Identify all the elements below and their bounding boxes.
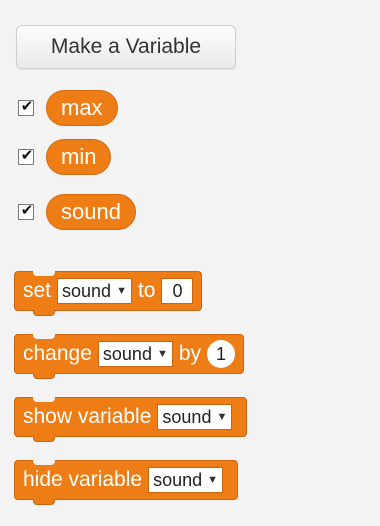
value-input[interactable]: 1 (207, 340, 236, 368)
variable-checkbox-sound[interactable]: ✔ (18, 202, 34, 220)
triangle-down-icon: ▼ (116, 285, 127, 297)
variable-dropdown[interactable]: sound ▼ (157, 404, 233, 430)
change-variable-block[interactable]: change sound ▼ by 1 (14, 334, 245, 379)
variable-dropdown[interactable]: sound ▼ (148, 467, 224, 493)
triangle-down-icon: ▼ (216, 411, 228, 423)
variable-checkbox-max[interactable]: ✔ (18, 98, 34, 116)
variable-dropdown[interactable]: sound ▼ (97, 341, 173, 367)
block-label: set (23, 279, 52, 302)
hide-variable-block[interactable]: hide variable sound ▼ (14, 460, 239, 505)
dropdown-value: sound (102, 343, 152, 364)
dropdown-value: sound (162, 406, 212, 427)
dropdown-value: sound (153, 469, 203, 490)
variable-reporter-max[interactable]: max (46, 90, 118, 126)
block-label: change (23, 342, 92, 365)
variable-reporter-sound[interactable]: sound (46, 194, 136, 230)
set-variable-block[interactable]: set sound ▼ to 0 (14, 271, 203, 316)
checkmark-icon: ✔ (20, 202, 34, 219)
value-input[interactable]: 0 (161, 278, 194, 304)
triangle-down-icon: ▼ (156, 348, 168, 360)
block-label: hide variable (23, 468, 143, 491)
dropdown-value: sound (62, 280, 112, 301)
variable-checkbox-min[interactable]: ✔ (18, 147, 34, 165)
triangle-down-icon: ▼ (207, 474, 219, 486)
block-connector: to (137, 279, 156, 302)
variable-reporter-min[interactable]: min (46, 139, 112, 175)
show-variable-block[interactable]: show variable sound ▼ (14, 397, 248, 442)
variable-row-sound: ✔ sound (18, 194, 136, 230)
checkmark-icon: ✔ (20, 98, 34, 115)
block-connector: by (178, 342, 202, 365)
variable-row-min: ✔ min (18, 139, 112, 175)
checkmark-icon: ✔ (20, 147, 34, 164)
variable-row-max: ✔ max (18, 90, 118, 126)
block-label: show variable (23, 405, 152, 428)
make-variable-button[interactable]: Make a Variable (16, 25, 236, 69)
variable-dropdown[interactable]: sound ▼ (57, 278, 132, 304)
